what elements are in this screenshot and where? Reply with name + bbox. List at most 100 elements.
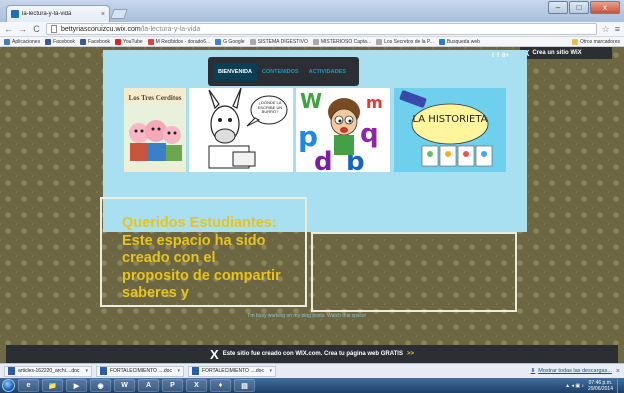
taskbar-app-icon[interactable]: ♦ [210,379,231,392]
other-bookmarks[interactable]: Otros marcadores [571,38,620,45]
wix-create-site-banner[interactable]: X Crea un sitio WiX [520,47,612,59]
tab-close-icon[interactable]: × [101,11,105,18]
image-boy-letters[interactable]: W m p q d b [296,88,390,172]
bookmark-label: Los Secretos de la P... [384,38,434,45]
boy-with-letters-illustration: W m p q d b [296,88,390,172]
bookmark-label: Aplicaciones [12,38,41,45]
twitter-icon[interactable]: t [492,53,494,59]
download-filename: FORTALECIMIENTO ....doc [110,368,172,374]
bookmark-icon [4,38,10,45]
bookmark-item[interactable]: MISTERIOSO Capta... [312,38,372,45]
url-path: /la-lectura-y-la-vida [140,25,201,33]
bookmark-item[interactable]: Facebook [45,38,75,45]
show-all-label: Mostrar todas las descargas... [538,368,612,374]
bookmark-item[interactable]: Facebook [80,38,111,45]
bookmark-icon [215,38,222,45]
close-downloads-icon[interactable]: × [616,368,620,375]
taskbar-app-icon[interactable]: A [138,379,159,392]
image-donkey-reading[interactable]: ¿DÓNDE LA ESCRIBE UN BURRO? [189,88,293,172]
start-button[interactable] [2,379,15,392]
bookmark-item[interactable]: G Google [215,38,245,45]
taskbar-app-icon[interactable]: ▶ [66,379,87,392]
bookmark-item[interactable]: Aplicaciones [4,38,41,45]
bookmark-icon [147,38,154,45]
tile-title: Los Tres Cerditos [128,94,182,102]
bookmark-item[interactable]: Busqueda web [438,38,480,45]
speech-bubble-text: ¿DÓNDE LA ESCRIBE UN BURRO? [257,100,283,115]
bookmark-star-icon[interactable]: ☆ [602,24,610,35]
folder-icon [571,38,578,45]
download-filename: FORTALECIMIENTO ....doc [202,368,264,374]
blog-placeholder-text: I'm busy working on my blog posts. Watch… [248,313,367,319]
taskbar-app-icon[interactable]: ▤ [234,379,255,392]
page-icon [51,25,57,33]
wix-footer-arrow: >> [406,351,414,357]
chevron-down-icon[interactable]: ▾ [85,368,88,374]
bookmark-label: YouTube [123,38,143,45]
svg-text:W: W [300,89,322,113]
wix-footer-text: Este sitio fue creado con WIX.com. Crea … [222,351,403,357]
taskbar-app-icon[interactable]: P [162,379,183,392]
wix-footer-banner[interactable]: X Este sitio fue creado con WIX.com. Cre… [6,345,618,363]
bookmark-icon [115,38,122,45]
three-pigs-illustration [124,103,186,167]
minimize-button[interactable]: – [548,1,568,14]
historieta-title: LA HISTORIETA [412,114,488,125]
new-tab-button[interactable] [110,9,128,19]
bookmark-item[interactable]: Los Secretos de la P... [376,38,434,45]
forward-button[interactable]: → [18,24,27,34]
bookmark-item[interactable]: M Recibidos - dorado6... [147,38,210,45]
wix-logo-icon: X [210,346,219,362]
menu-icon[interactable]: ≡ [615,24,620,34]
download-item[interactable]: FORTALECIMIENTO ....doc ▾ [188,365,276,377]
other-bookmarks-label: Otros marcadores [579,38,620,45]
reload-button[interactable]: C [32,24,41,34]
browser-tab[interactable]: la-lectura-y-la-vida × [6,5,110,22]
bookmark-item[interactable]: SISTEMA DIGESTIVO [249,38,308,45]
close-window-button[interactable]: x [590,1,620,14]
bookmark-label: SISTEMA DIGESTIVO [257,38,308,45]
download-item[interactable]: articles-162220_archi....doc ▾ [4,365,92,377]
bookmark-icon [312,38,319,45]
clock-date: 29/06/2014 [587,385,613,392]
svg-text:m: m [366,93,383,112]
windows-taskbar: e 📁 ▶ ◉ W A P X ♦ ▤ ▲ ◂ ▣ ♪ 07:46 p.m. 29/06/2014 [0,378,624,393]
downloads-bar: articles-162220_archi....doc ▾ FORTALECI… [0,363,624,378]
show-desktop-button[interactable] [617,378,622,393]
chevron-down-icon[interactable]: ▾ [269,368,272,374]
social-icons: t f 8+ [492,53,509,59]
bookmark-label: Facebook [88,38,111,45]
chevron-down-icon[interactable]: ▾ [177,368,180,374]
bookmark-label: MISTERIOSO Capta... [320,38,372,45]
download-icon: ⬇ [530,368,536,374]
bookmark-icon [80,38,87,45]
site-navigation: BIENVENIDA CONTENIDOS ACTIVIDADES [208,57,359,86]
download-item[interactable]: FORTALECIMIENTO ....doc ▾ [96,365,184,377]
bookmark-item[interactable]: YouTube [115,38,143,45]
url-host: bettyriascoruizcu.wix.com [61,25,141,33]
taskbar-app-icon[interactable]: W [114,379,135,392]
tab-bienvenida[interactable]: BIENVENIDA [213,62,257,81]
bookmarks-bar: Aplicaciones Facebook Facebook YouTube M Rec… [0,37,624,47]
image-la-historieta[interactable]: LA HISTORIETA [394,88,506,172]
taskbar-app-icon[interactable]: X [186,379,207,392]
show-all-downloads-link[interactable]: ⬇ Mostrar todas las descargas... [531,368,612,374]
tray-icons[interactable]: ▲ ◂ ▣ ♪ [565,383,584,389]
address-bar[interactable]: bettyriascoruizcu.wix.com/la-lectura-y-l… [46,23,597,35]
tab-contenidos[interactable]: CONTENIDOS [257,63,304,81]
maximize-button[interactable]: □ [569,1,589,14]
taskbar-app-icon[interactable]: 📁 [42,379,63,392]
tab-actividades[interactable]: ACTIVIDADES [304,63,351,81]
download-filename: articles-162220_archi....doc [18,368,80,374]
blog-box [311,232,517,312]
bookmark-icon [249,38,256,45]
word-doc-icon [192,367,199,375]
clock[interactable]: 07:46 p.m. 29/06/2014 [588,380,613,392]
back-button[interactable]: ← [4,24,13,34]
image-tres-cerditos[interactable]: Los Tres Cerditos [124,88,186,172]
google-plus-icon[interactable]: 8+ [502,53,509,59]
taskbar-app-icon[interactable]: e [18,379,39,392]
welcome-text: Queridos Estudiantes: Este espacio ha si… [122,215,281,302]
facebook-icon[interactable]: f [497,53,499,59]
taskbar-app-icon[interactable]: ◉ [90,379,111,392]
